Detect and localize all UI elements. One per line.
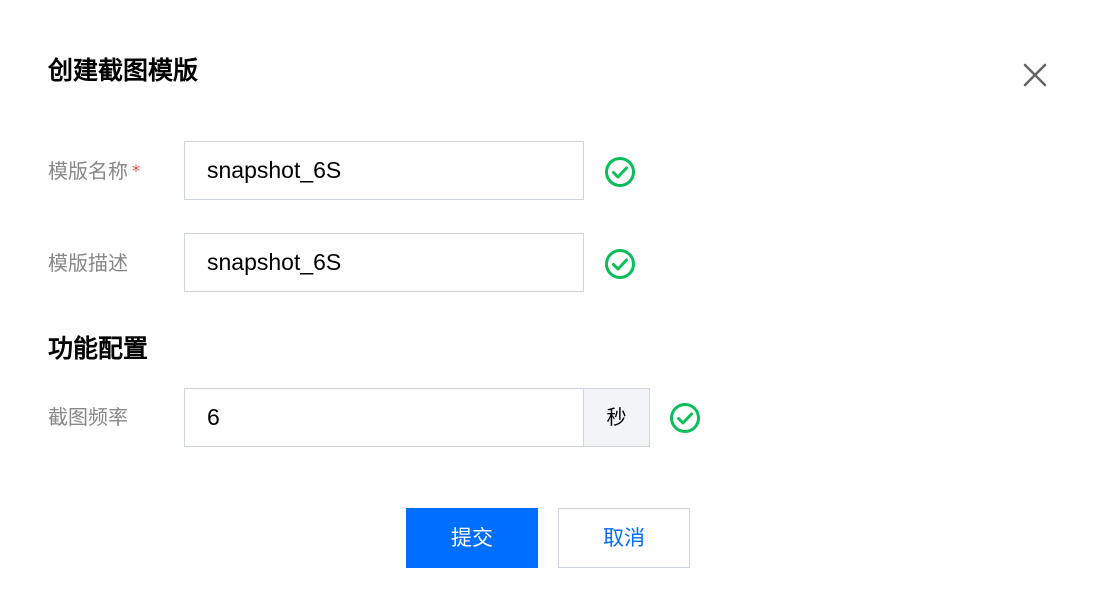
cancel-button[interactable]: 取消 (558, 508, 690, 568)
check-circle-icon (603, 247, 637, 281)
template-description-label: 模版描述 (48, 251, 128, 275)
template-name-label-text: 模版名称 (48, 159, 128, 183)
create-snapshot-template-dialog: 创建截图模版 模版名称 * snapshot_6S 模版描述 snapshot_6… (0, 0, 1096, 614)
feature-config-heading: 功能配置 (48, 334, 149, 363)
template-name-label: 模版名称 * (48, 157, 140, 187)
check-circle-icon (668, 401, 702, 435)
snapshot-frequency-input[interactable]: 6 (184, 388, 584, 447)
submit-button[interactable]: 提交 (406, 508, 538, 568)
template-name-input[interactable]: snapshot_6S (184, 141, 584, 200)
close-icon[interactable] (1018, 58, 1052, 92)
snapshot-frequency-label: 截图频率 (48, 405, 128, 429)
dialog-title: 创建截图模版 (48, 56, 199, 85)
unit-addon: 秒 (583, 388, 650, 447)
check-circle-icon (603, 155, 637, 189)
template-description-input[interactable]: snapshot_6S (184, 233, 584, 292)
required-mark: * (132, 161, 140, 180)
